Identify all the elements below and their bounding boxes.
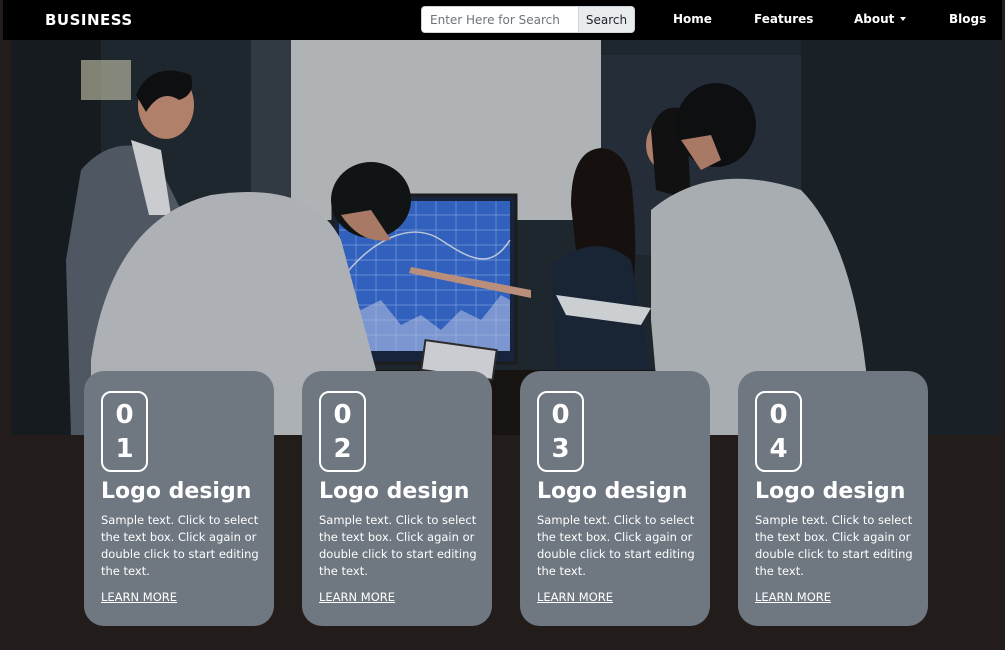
card-number: 0 2 [319, 391, 366, 472]
feature-card-1: 0 1 Logo design Sample text. Click to se… [84, 371, 274, 626]
card-number: 0 3 [537, 391, 584, 472]
nav-about-label: About [854, 12, 895, 26]
feature-card-4: 0 4 Logo design Sample text. Click to se… [738, 371, 928, 626]
card-title: Logo design [755, 479, 906, 504]
page: BUSINESS Search Home Features About Blog… [0, 0, 1005, 650]
nav-features[interactable]: Features [754, 12, 813, 26]
card-number: 0 4 [755, 391, 802, 472]
card-title: Logo design [537, 479, 688, 504]
nav-home[interactable]: Home [673, 12, 712, 26]
caret-down-icon [900, 17, 907, 21]
search-input[interactable] [421, 6, 578, 33]
learn-more-link[interactable]: LEARN MORE [537, 590, 613, 604]
card-number: 0 1 [101, 391, 148, 472]
card-title: Logo design [101, 479, 252, 504]
navbar: BUSINESS Search Home Features About Blog… [3, 0, 1002, 40]
card-text: Sample text. Click to select the text bo… [755, 513, 913, 578]
search-button[interactable]: Search [578, 6, 635, 33]
card-text: Sample text. Click to select the text bo… [101, 513, 259, 578]
nav-about-dropdown[interactable]: About [854, 12, 907, 26]
nav-blogs[interactable]: Blogs [949, 12, 986, 26]
learn-more-link[interactable]: LEARN MORE [319, 590, 395, 604]
search-form: Search [421, 6, 635, 33]
card-text: Sample text. Click to select the text bo… [319, 513, 477, 578]
learn-more-link[interactable]: LEARN MORE [755, 590, 831, 604]
feature-card-2: 0 2 Logo design Sample text. Click to se… [302, 371, 492, 626]
card-text: Sample text. Click to select the text bo… [537, 513, 695, 578]
brand-logo[interactable]: BUSINESS [45, 11, 133, 29]
card-title: Logo design [319, 479, 470, 504]
feature-card-3: 0 3 Logo design Sample text. Click to se… [520, 371, 710, 626]
learn-more-link[interactable]: LEARN MORE [101, 590, 177, 604]
